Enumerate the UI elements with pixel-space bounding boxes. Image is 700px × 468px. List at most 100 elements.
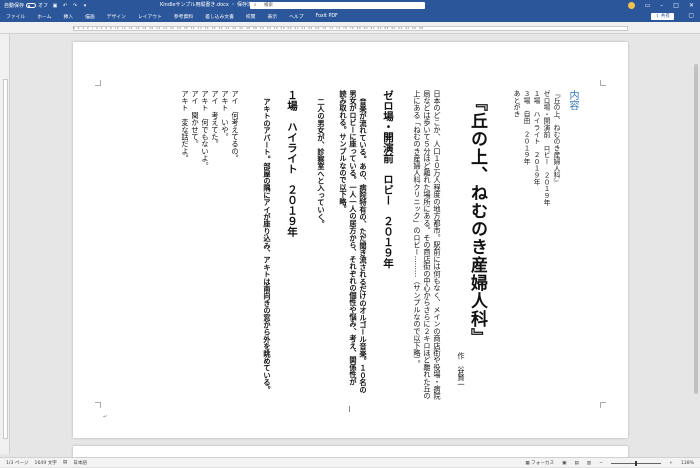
author-line: 作 谷賢一 [457, 352, 466, 388]
share-label: 共有 [660, 14, 670, 19]
dialogue-line: アキト 変な話だよ。 [181, 90, 190, 162]
search-input[interactable]: ⌕ 検索 [250, 2, 425, 9]
speaker-name: アキト [201, 90, 210, 112]
intro-line: 日本のどこか、人口１０万人程度の地方都市。駅前には何もなく、メインの商店街や役場… [433, 90, 442, 400]
focus-icon: ▦ [525, 461, 530, 466]
speaker-name: アイ [211, 90, 220, 105]
zoom-level[interactable]: 138% [681, 461, 694, 466]
dialogue-text: 何でもないよ。 [201, 118, 210, 170]
document-title-heading: 『丘の上、ねむのき産婦人科』 [467, 94, 487, 346]
intro-line: 局などは歩いて５分ほど離れた場所にある。その商店街の中心からさらに２キロほど離れ… [423, 90, 432, 400]
dialogue-line: アイ 聞かせて。 [191, 90, 200, 148]
dialogue-line: アイ 考えてた。 [211, 90, 220, 148]
scene-heading: １場 ハイライト ２０１９年 [286, 90, 298, 237]
stage-direction: 男女がロビーに座っている。一人一人の居方から、それぞれの個性や悩み、考え、関係性… [349, 90, 358, 386]
zoom-slider[interactable] [611, 460, 661, 466]
share-button[interactable]: ⇪ 共有 [651, 13, 674, 20]
tab-mailings[interactable]: 差し込み文書 [199, 13, 240, 20]
ribbon-display-options-icon[interactable]: ▭ [645, 2, 651, 9]
ruler-ticks: 8 6 4 2 | 2 4 6 8 10 12 14 16 18 20 22 2… [73, 26, 424, 30]
tab-file[interactable]: ファイル [0, 13, 31, 20]
tab-layout[interactable]: レイアウト [132, 13, 168, 20]
tab-draw[interactable]: 描画 [79, 13, 101, 20]
read-mode-icon[interactable]: ▣ [562, 461, 566, 466]
vertical-scrollbar[interactable] [692, 34, 700, 454]
stage-direction: 読み取れる。サンプルなので以下略。 [339, 90, 348, 213]
document-page[interactable]: 内容 『丘の上、ねむのき産婦人科』 ゼロ場・開演前 ロビー ２０１９年 １場 ハ… [73, 42, 628, 438]
tab-design[interactable]: デザイン [101, 13, 132, 20]
tab-insert[interactable]: 挿入 [57, 13, 79, 20]
customize-quick-access-icon[interactable]: ▾ [82, 3, 88, 9]
speaker-name: アキト [221, 90, 230, 112]
dialogue-line: アキト いや。 [221, 90, 230, 140]
maximize-icon[interactable]: □ [673, 2, 679, 9]
tab-view[interactable]: 表示 [261, 13, 283, 20]
dialogue-text: いや。 [221, 118, 230, 141]
section-break-mark [349, 406, 355, 412]
dialogue-text: 何考えてるの。 [231, 111, 240, 163]
stage-direction: アキトのアパート。部屋の隅にアイが座り込み、アキトは南向きの窓から外を眺めている… [263, 98, 272, 394]
focus-label: フォーカス [531, 461, 555, 466]
proofing-icon[interactable]: ▤ [63, 460, 67, 465]
zoom-out-icon[interactable]: − [599, 461, 603, 466]
intro-line: 上にある「ねむのき産婦人科クリニック」のロビー………（サンプルなので以下略）。 [413, 90, 422, 368]
autosave-state: オフ [38, 3, 49, 9]
dialogue-text: 聞かせて。 [191, 111, 200, 148]
horizontal-ruler[interactable]: 8 6 4 2 | 2 4 6 8 10 12 14 16 18 20 22 2… [0, 22, 700, 34]
redo-icon[interactable]: ↷ [72, 3, 78, 9]
avatar[interactable] [627, 2, 635, 9]
document-title: Kindleサンプル用縦書き.docx ・ 保存済み [160, 2, 258, 8]
toc-entry[interactable]: ゼロ場・開演前 ロビー ２０１９年 [541, 90, 551, 206]
language-status[interactable]: 日本語 [73, 460, 87, 466]
page-count[interactable]: 1/3 ページ [6, 460, 29, 466]
save-icon[interactable]: ▣ [52, 3, 58, 9]
scene-heading: ゼロ場・開演前 ロビー ２０１９年 [382, 90, 394, 269]
search-placeholder: 検索 [264, 3, 273, 8]
toc-entry[interactable]: ３場 自由 ２０１９年 [521, 90, 531, 165]
vertical-ruler[interactable] [0, 34, 10, 454]
stage-direction: 音楽が流れている。あの、病院特有の、ただ聞き流されるだけのオルゴール音楽。１０名… [359, 98, 368, 394]
close-icon[interactable]: ✕ [689, 2, 694, 9]
zoom-in-icon[interactable]: + [669, 461, 673, 466]
tab-home[interactable]: ホーム [31, 13, 57, 20]
print-layout-icon[interactable]: ▤ [574, 461, 578, 466]
dialogue-text: 変な話だよ。 [181, 118, 190, 163]
dialogue-line: アキト 何でもないよ。 [201, 90, 210, 169]
focus-mode-button[interactable]: ▦ フォーカス [525, 460, 554, 466]
autosave-switch[interactable] [26, 3, 37, 8]
toc-heading: 内容 [567, 90, 578, 110]
dialogue-line: アイ 何考えてるの。 [231, 90, 240, 162]
status-bar: 1/3 ページ 1649 文字 ▤ 日本語 ▦ フォーカス ▣ ▤ ▥ − + … [0, 457, 700, 467]
share-icon: ⇪ [655, 14, 660, 19]
margin-mark [95, 402, 101, 408]
autosave-toggle[interactable]: 自動保存 オフ [4, 2, 48, 9]
search-icon: ⌕ [254, 3, 257, 8]
paragraph-mark: ↵ [103, 414, 108, 420]
vertical-ruler-bar [3, 79, 8, 439]
ribbon-tabs: ファイル ホーム 挿入 描画 デザイン レイアウト 参考資料 差し込み文書 校閲… [0, 11, 700, 22]
toc-entry[interactable]: １場 ハイライト ２０１９年 [531, 90, 541, 185]
autosave-label: 自動保存 [4, 3, 25, 9]
speaker-name: アキト [181, 90, 190, 112]
tab-review[interactable]: 校閲 [240, 13, 262, 20]
scrollbar-thumb[interactable] [694, 64, 698, 394]
comments-icon[interactable]: ▢ [688, 12, 694, 19]
speaker-name: アイ [231, 90, 240, 105]
margin-mark [95, 80, 101, 86]
margin-mark [600, 402, 606, 408]
toc-entry[interactable]: あとがき [511, 90, 521, 117]
web-layout-icon[interactable]: ▥ [587, 461, 591, 466]
stage-direction: 二人の男女が、診察室へと入っていく。 [317, 98, 326, 228]
margin-mark [600, 80, 606, 86]
word-count[interactable]: 1649 文字 [35, 460, 57, 466]
speaker-name: アイ [191, 90, 200, 105]
undo-icon[interactable]: ↶ [62, 3, 68, 9]
tab-foxit-pdf[interactable]: Foxit PDF [310, 14, 344, 19]
minimize-icon[interactable]: – [660, 2, 663, 9]
toc-entry[interactable]: 『丘の上、ねむのき産婦人科』 [551, 90, 561, 185]
tab-references[interactable]: 参考資料 [168, 13, 199, 20]
dialogue-text: 考えてた。 [211, 111, 220, 148]
title-bar: 自動保存 オフ ▣ ↶ ↷ ▾ Kindleサンプル用縦書き.docx ・ 保存… [0, 0, 700, 11]
window-controls: ▭ – □ ✕ [627, 0, 700, 11]
tab-help[interactable]: ヘルプ [283, 13, 309, 20]
